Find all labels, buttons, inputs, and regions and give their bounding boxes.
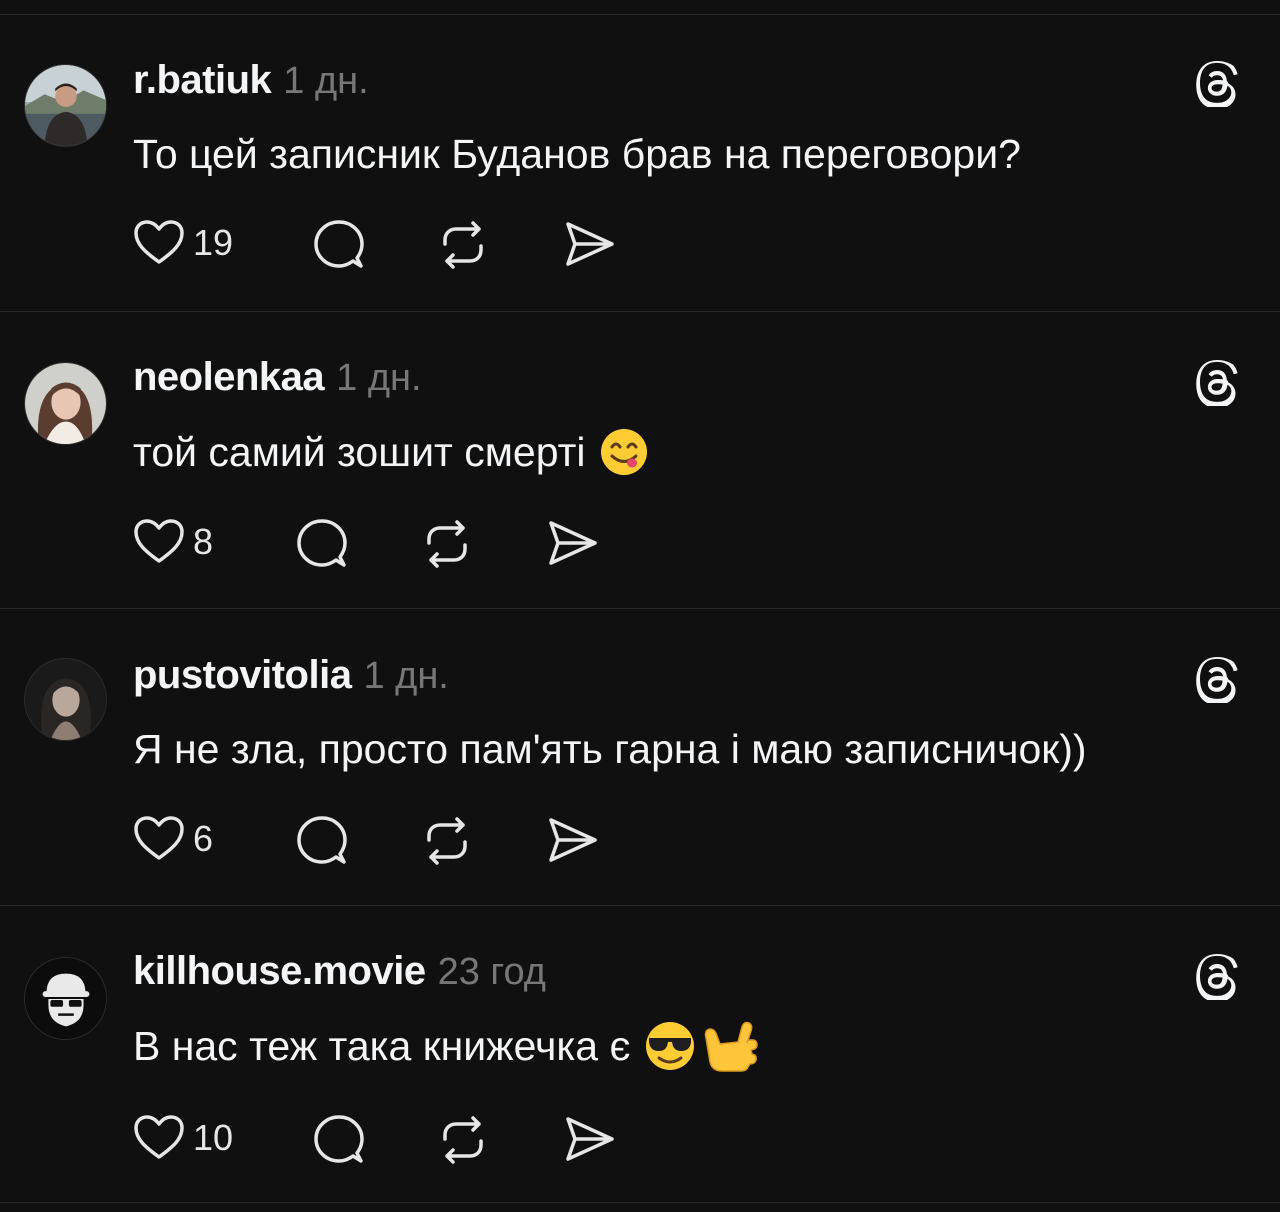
threads-logo-icon[interactable] (1194, 59, 1242, 107)
post-text: той самий зошит смерті (133, 426, 649, 478)
username[interactable]: r.batiuk (133, 58, 272, 103)
username[interactable]: neolenkaa (133, 355, 325, 400)
username[interactable]: killhouse.movie (133, 949, 426, 994)
like-count: 8 (193, 521, 214, 562)
post-text-content: В нас теж така книжечка є (133, 1022, 631, 1069)
repost-icon (421, 519, 473, 569)
avatar[interactable] (24, 957, 107, 1040)
avatar[interactable] (24, 362, 107, 445)
post-time[interactable]: 1 дн. (283, 60, 368, 103)
repost-button[interactable] (437, 1115, 489, 1165)
post-time[interactable]: 1 дн. (363, 655, 448, 698)
reply-button[interactable] (296, 814, 348, 866)
heart-icon (133, 1113, 185, 1163)
like-count: 19 (193, 222, 234, 263)
comment-bubble-icon (296, 517, 348, 569)
post-item: r.batiuk 1 дн. То цей записник Буданов б… (0, 15, 1280, 312)
send-icon (562, 220, 616, 268)
post-text: Я не зла, просто пам'ять гарна і маю зап… (133, 723, 1087, 775)
like-button[interactable]: 6 (133, 814, 213, 864)
heart-icon (133, 218, 185, 268)
share-button[interactable] (545, 816, 599, 864)
post-item: killhouse.movie 23 год В нас теж така кн… (0, 906, 1280, 1203)
share-button[interactable] (562, 220, 616, 268)
sunglasses-face-emoji (644, 1020, 696, 1072)
like-count: 10 (193, 1117, 234, 1158)
like-button[interactable]: 19 (133, 218, 233, 268)
repost-icon (437, 220, 489, 270)
post-text: В нас теж така книжечка є (133, 1020, 760, 1072)
repost-icon (421, 816, 473, 866)
heart-icon (133, 517, 185, 567)
comment-bubble-icon (313, 1113, 365, 1165)
send-icon (545, 816, 599, 864)
post-item: pustovitolia 1 дн. Я не зла, просто пам'… (0, 609, 1280, 906)
like-button[interactable]: 8 (133, 517, 213, 567)
comment-bubble-icon (313, 218, 365, 270)
reply-button[interactable] (313, 218, 365, 270)
repost-button[interactable] (421, 816, 473, 866)
post-time[interactable]: 1 дн. (336, 357, 421, 400)
post-header: r.batiuk 1 дн. (133, 58, 369, 108)
like-count: 6 (193, 818, 214, 859)
repost-button[interactable] (421, 519, 473, 569)
repost-button[interactable] (437, 220, 489, 270)
repost-icon (437, 1115, 489, 1165)
share-button[interactable] (562, 1115, 616, 1163)
username[interactable]: pustovitolia (133, 653, 352, 698)
post-text-content: Я не зла, просто пам'ять гарна і маю зап… (133, 725, 1087, 772)
post-text-content: той самий зошит смерті (133, 428, 586, 475)
comment-bubble-icon (296, 814, 348, 866)
send-icon (562, 1115, 616, 1163)
avatar[interactable] (24, 658, 107, 741)
send-icon (545, 519, 599, 567)
threads-logo-icon[interactable] (1194, 358, 1242, 406)
avatar[interactable] (24, 64, 107, 147)
face-savoring-food-emoji (599, 427, 649, 477)
post-header: neolenkaa 1 дн. (133, 355, 422, 405)
post-text-content: То цей записник Буданов брав на перегово… (133, 130, 1021, 177)
threads-logo-icon[interactable] (1194, 655, 1242, 703)
call-me-hand-emoji (700, 1018, 760, 1074)
share-button[interactable] (545, 519, 599, 567)
post-text: То цей записник Буданов брав на перегово… (133, 128, 1021, 180)
post-header: killhouse.movie 23 год (133, 949, 546, 999)
threads-logo-icon[interactable] (1194, 952, 1242, 1000)
like-button[interactable]: 10 (133, 1113, 233, 1163)
reply-button[interactable] (313, 1113, 365, 1165)
post-item: neolenkaa 1 дн. той самий зошит смерті 8 (0, 312, 1280, 609)
post-header: pustovitolia 1 дн. (133, 653, 449, 703)
heart-icon (133, 814, 185, 864)
reply-button[interactable] (296, 517, 348, 569)
post-time[interactable]: 23 год (438, 951, 546, 994)
